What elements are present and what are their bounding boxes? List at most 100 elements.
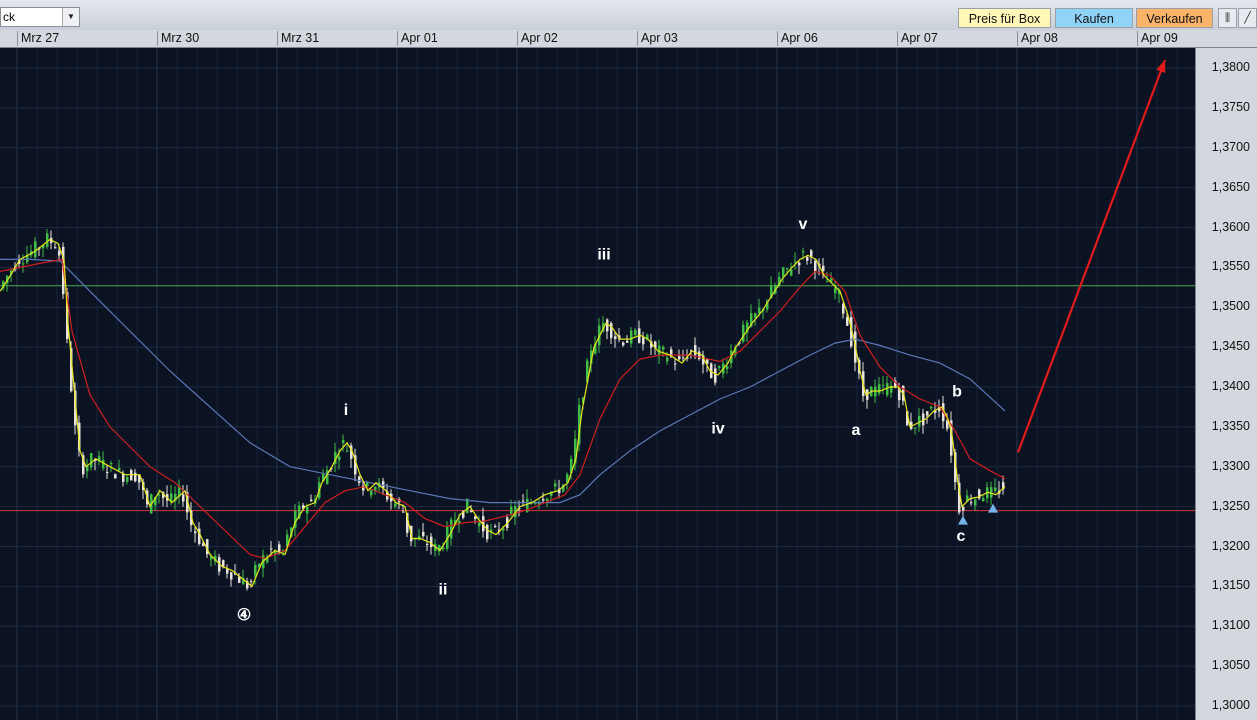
date-tick-label: Apr 03 xyxy=(637,31,678,46)
candle-body xyxy=(54,247,57,249)
candle-body xyxy=(694,345,697,356)
candle-body xyxy=(622,342,625,346)
candle-body xyxy=(342,439,345,443)
candle-body xyxy=(194,531,197,534)
candle-body xyxy=(930,406,933,409)
wave-label: ii xyxy=(439,581,448,598)
candle-body xyxy=(542,499,545,501)
symbol-value: ck xyxy=(3,10,15,24)
sell-button[interactable]: Verkaufen xyxy=(1136,8,1213,28)
candle-body xyxy=(758,307,761,314)
candle-body xyxy=(822,265,825,272)
date-tick-label: Apr 06 xyxy=(777,31,818,46)
toolbar: ck ▼ Preis für Box Kaufen Verkaufen ⫼ ╱ xyxy=(0,0,1257,31)
candle-body xyxy=(606,319,609,332)
draw-line-icon[interactable]: ╱ xyxy=(1238,8,1257,28)
candle-body xyxy=(914,427,917,429)
candle-body xyxy=(358,476,361,483)
price-tick-label: 1,3600 xyxy=(1211,219,1250,234)
candle-body xyxy=(974,499,977,506)
price-tick-label: 1,3350 xyxy=(1211,418,1250,433)
wave-label: iii xyxy=(597,246,610,263)
price-tick-label: 1,3700 xyxy=(1211,139,1250,154)
candle-body xyxy=(662,346,665,350)
candle-body xyxy=(982,498,985,502)
forecast-arrow-line xyxy=(1016,59,1167,453)
date-tick-label: Apr 02 xyxy=(517,31,558,46)
date-tick-label: Apr 09 xyxy=(1137,31,1178,46)
candle-body xyxy=(130,470,133,481)
candle-body xyxy=(782,267,785,278)
candle-body xyxy=(658,345,661,355)
candle-body xyxy=(370,490,373,496)
candle-body xyxy=(478,522,481,527)
candle-body xyxy=(46,233,49,247)
price-tick-label: 1,3400 xyxy=(1211,379,1250,393)
candle-body xyxy=(642,337,645,345)
candle-body xyxy=(114,474,117,479)
candle-body xyxy=(994,487,997,491)
candle-body xyxy=(802,251,805,253)
price-tick-label: 1,3300 xyxy=(1211,458,1250,473)
date-axis: Mrz 27 Mrz 30 Mrz 31 Apr 01 Apr 02 Apr 03 Apr … xyxy=(0,30,1257,48)
candle-body xyxy=(614,336,617,340)
wave-label: v xyxy=(799,216,808,233)
candle-body xyxy=(278,544,281,552)
candle-body xyxy=(834,288,837,294)
candle-body xyxy=(878,384,881,394)
chevron-down-icon[interactable]: ▼ xyxy=(62,8,79,26)
candle-body xyxy=(126,477,129,482)
price-axis: 1,3800 1,3750 1,3700 1,3650 1,3600 1,3550 1,35… xyxy=(1195,48,1257,720)
candle-body xyxy=(270,548,273,550)
candle-body xyxy=(250,581,253,583)
candle-body xyxy=(430,536,433,548)
candles-icon[interactable]: ⫼ xyxy=(1218,8,1237,28)
candle-body xyxy=(682,357,685,359)
candle-body xyxy=(842,304,845,314)
candle-body xyxy=(846,317,849,326)
price-tick-label: 1,3550 xyxy=(1211,259,1250,274)
candle-body xyxy=(990,487,993,498)
price-box-button[interactable]: Preis für Box xyxy=(958,8,1051,28)
date-tick-label: Apr 01 xyxy=(397,31,438,46)
candle-body xyxy=(110,462,113,465)
sma-line xyxy=(0,258,1006,504)
wave-label: iv xyxy=(711,420,724,437)
candle-body xyxy=(726,366,729,369)
candle-body xyxy=(698,351,701,360)
candle-body xyxy=(674,363,677,365)
candle-body xyxy=(310,499,313,502)
price-tick-label: 1,3800 xyxy=(1211,60,1250,74)
buy-button[interactable]: Kaufen xyxy=(1055,8,1133,28)
candle-body xyxy=(810,250,813,257)
candle-body xyxy=(346,450,349,452)
candle-body xyxy=(814,260,817,272)
candle-body xyxy=(422,531,425,537)
date-tick-label: Mrz 31 xyxy=(277,31,319,46)
candle-body xyxy=(510,506,513,515)
candle-body xyxy=(486,524,489,540)
candle-body xyxy=(786,268,789,270)
candle-body xyxy=(630,330,633,344)
candle-body xyxy=(474,516,477,520)
candle-body xyxy=(338,456,341,461)
candle-body xyxy=(554,483,557,487)
candle-body xyxy=(402,511,405,513)
candle-body xyxy=(254,564,257,576)
candle-body xyxy=(522,500,525,502)
symbol-input[interactable]: ck ▼ xyxy=(0,7,80,27)
wave-label: b xyxy=(952,384,962,401)
price-chart[interactable]: ④iiiiiiivvabc xyxy=(0,48,1195,720)
price-tick-label: 1,3650 xyxy=(1211,179,1250,194)
candle-body xyxy=(678,356,681,360)
wave-label: ④ xyxy=(237,607,251,624)
candle-body xyxy=(714,368,717,383)
candle-body xyxy=(158,494,161,496)
candle-body xyxy=(666,357,669,362)
price-tick-label: 1,3150 xyxy=(1211,578,1250,593)
date-tick-label: Mrz 30 xyxy=(157,31,199,46)
candle-body xyxy=(426,544,429,546)
candle-body xyxy=(798,262,801,266)
candle-body xyxy=(794,261,797,263)
candle-body xyxy=(970,502,973,504)
